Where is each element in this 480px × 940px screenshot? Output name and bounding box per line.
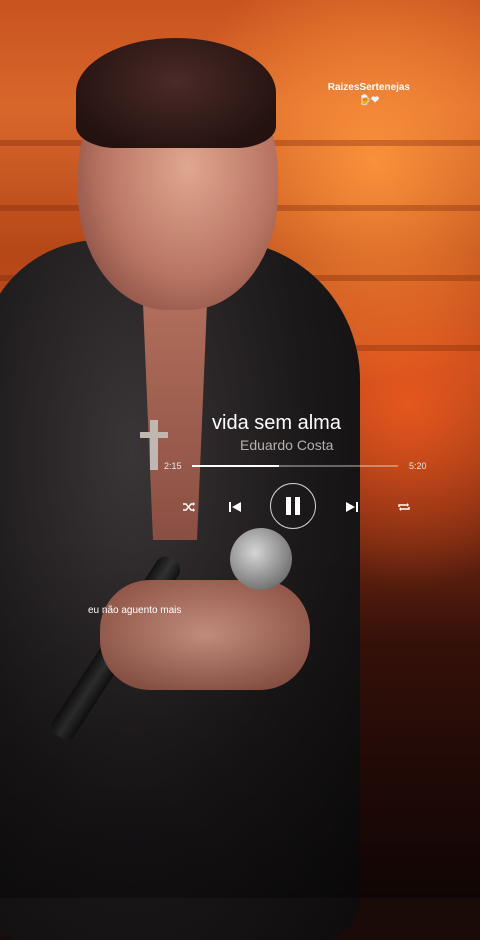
watermark-emoji: 🍺❤ [358, 95, 380, 106]
skip-next-icon [346, 502, 358, 512]
playback-controls [0, 481, 480, 533]
pause-icon [286, 497, 300, 515]
progress-fill [192, 465, 279, 467]
pause-button[interactable] [270, 483, 316, 529]
repeat-icon [398, 503, 410, 511]
shuffle-button[interactable] [180, 481, 198, 533]
previous-button[interactable] [226, 481, 244, 533]
shuffle-icon [183, 502, 195, 512]
watermark-name: RaizesSertenejas [327, 82, 410, 93]
current-time: 2:15 [164, 461, 182, 471]
singer-hair [76, 38, 276, 148]
watermark: RaizesSertenejas 🍺❤ [328, 82, 410, 106]
repeat-button[interactable] [395, 481, 413, 533]
artist-name: Eduardo Costa [240, 437, 334, 453]
skip-previous-icon [229, 502, 241, 512]
cross-pendant [140, 420, 168, 470]
microphone-head [230, 528, 292, 590]
total-time: 5:20 [409, 461, 427, 471]
progress-bar[interactable] [192, 465, 398, 467]
song-title: vida sem alma [212, 412, 341, 434]
lyric-line: eu não aguento mais [88, 605, 182, 616]
singer-hands [100, 580, 310, 690]
next-button[interactable] [343, 481, 361, 533]
